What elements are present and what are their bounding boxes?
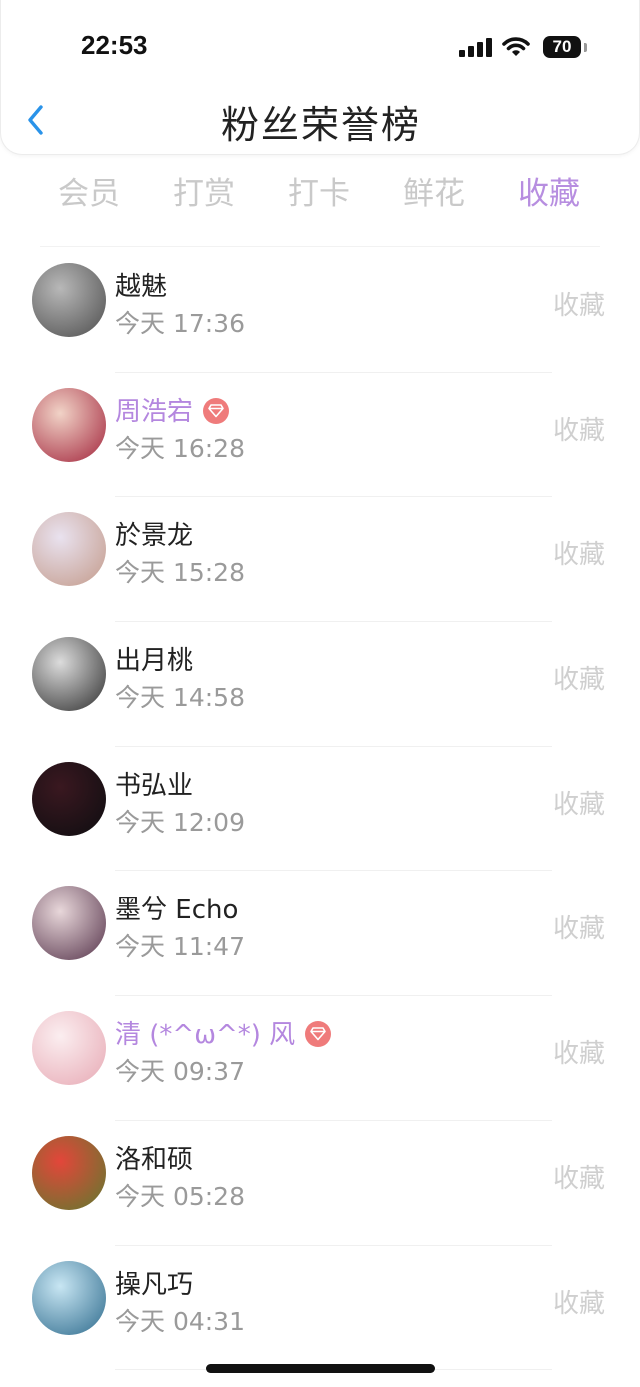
fan-list: 越魅 今天 17:36 收藏 周浩宕 今天 16:28 收藏 於景龙 今天 15…	[0, 248, 640, 1371]
tab-favorites[interactable]: 收藏	[494, 168, 604, 213]
fan-time: 今天 11:47	[115, 932, 245, 962]
fan-name-text: 墨兮 Echo	[115, 895, 239, 926]
fan-name: 洛和硕	[115, 1139, 193, 1176]
favorite-action-label: 收藏	[552, 291, 605, 321]
fan-time: 今天 04:31	[115, 1306, 245, 1336]
favorite-action-label: 收藏	[552, 914, 605, 945]
fan-name-text: 书弘业	[115, 770, 194, 801]
page-title: 粉丝荣誉榜	[220, 103, 421, 147]
tab-bar: 会员 打赏 打卡 鲜花 收藏	[0, 168, 640, 218]
fan-name: 越魅	[115, 266, 167, 303]
tab-tip[interactable]: 打赏	[149, 168, 259, 213]
favorite-action-label: 收藏	[552, 540, 605, 571]
navigation-header: 22:53 70 粉丝荣誉榜	[0, 0, 640, 155]
favorite-action-label: 收藏	[552, 1039, 605, 1070]
avatar[interactable]	[32, 1135, 106, 1210]
fan-name: 周浩宕	[115, 391, 230, 428]
list-item[interactable]: 操凡巧 今天 04:31 收藏	[0, 1246, 640, 1371]
fan-name: 清 (*^ω^*) 风	[115, 1014, 332, 1051]
fan-time: 今天 05:28	[115, 1181, 245, 1211]
fan-name: 书弘业	[115, 765, 193, 802]
fan-name-text: 周浩宕	[115, 396, 194, 427]
favorite-action-label: 收藏	[552, 415, 605, 446]
fan-name: 操凡巧	[115, 1264, 193, 1301]
avatar[interactable]	[32, 886, 106, 961]
battery-icon: 70	[543, 36, 581, 58]
fan-time: 今天 15:28	[115, 558, 245, 588]
favorite-action-label: 收藏	[552, 1288, 605, 1319]
list-item[interactable]: 於景龙 今天 15:28 收藏	[0, 497, 640, 623]
fan-time: 今天 09:37	[115, 1057, 245, 1087]
avatar[interactable]	[32, 512, 106, 587]
fan-time: 今天 14:58	[115, 683, 245, 713]
fan-time: 今天 17:36	[115, 309, 245, 338]
fan-name-text: 操凡巧	[115, 1269, 194, 1300]
list-item[interactable]: 书弘业 今天 12:09 收藏	[0, 747, 640, 872]
fan-name-text: 清 (*^ω^*) 风	[115, 1020, 296, 1051]
favorite-action-label: 收藏	[552, 665, 605, 696]
tab-flowers[interactable]: 鲜花	[379, 168, 489, 213]
fan-name: 墨兮 Echo	[115, 889, 238, 926]
list-item[interactable]: 洛和硕 今天 05:28 收藏	[0, 1121, 640, 1246]
tabs-divider	[40, 246, 600, 247]
list-item[interactable]: 清 (*^ω^*) 风 今天 09:37 收藏	[0, 996, 640, 1121]
list-item[interactable]: 墨兮 Echo 今天 11:47 收藏	[0, 871, 640, 997]
fan-time: 今天 12:09	[115, 807, 245, 837]
tab-member[interactable]: 会员	[34, 168, 144, 213]
avatar[interactable]	[32, 1260, 106, 1335]
avatar[interactable]	[32, 1011, 106, 1086]
fan-name-text: 洛和硕	[115, 1144, 194, 1175]
list-item[interactable]: 周浩宕 今天 16:28 收藏	[0, 373, 640, 498]
cellular-signal-icon	[459, 37, 493, 57]
fan-name-text: 出月桃	[115, 646, 194, 677]
avatar[interactable]	[32, 263, 106, 337]
list-item[interactable]: 出月桃 今天 14:58 收藏	[0, 622, 640, 747]
vip-diamond-icon	[203, 397, 230, 424]
vip-diamond-icon	[305, 1021, 332, 1048]
fan-time: 今天 16:28	[115, 433, 245, 463]
wifi-icon	[502, 37, 530, 56]
avatar[interactable]	[32, 387, 106, 462]
home-indicator[interactable]	[206, 1364, 435, 1373]
avatar[interactable]	[32, 761, 106, 836]
status-time: 22:53	[81, 30, 148, 60]
fan-name: 出月桃	[115, 640, 193, 677]
fan-name-text: 於景龙	[115, 521, 194, 552]
fan-name: 於景龙	[115, 515, 193, 552]
tab-checkin[interactable]: 打卡	[264, 168, 374, 213]
favorite-action-label: 收藏	[552, 1163, 605, 1194]
favorite-action-label: 收藏	[552, 789, 605, 820]
fan-name-text: 越魅	[115, 272, 168, 302]
battery-tip	[584, 43, 587, 52]
avatar[interactable]	[32, 637, 106, 712]
list-item[interactable]: 越魅 今天 17:36 收藏	[0, 248, 640, 373]
